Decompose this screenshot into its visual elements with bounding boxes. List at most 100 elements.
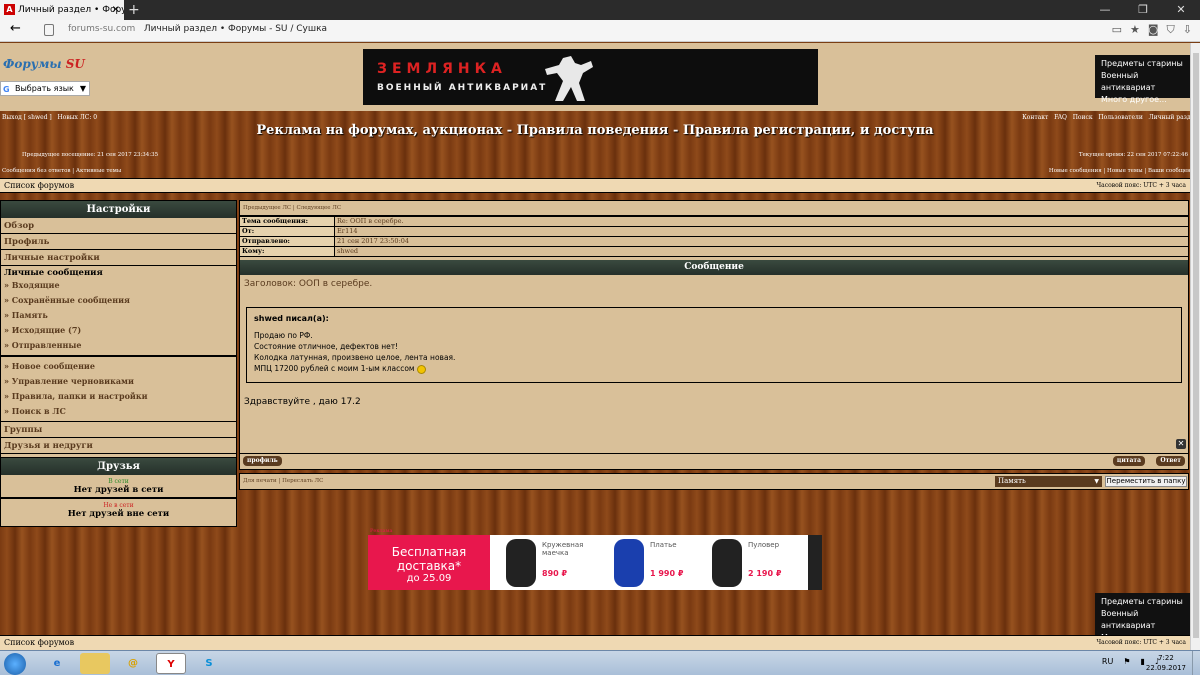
- unanswered-link[interactable]: Сообщения без ответов: [2, 168, 71, 174]
- print-link[interactable]: Для печати: [243, 478, 277, 484]
- dropdown-arrow-icon: ▼: [79, 84, 86, 93]
- info-value: Re: ООП в серебре.: [337, 217, 404, 225]
- members-link[interactable]: Пользователи: [1098, 114, 1142, 121]
- ad-product[interactable]: Кружевная маечка 890 ₽: [498, 535, 596, 590]
- lock-icon[interactable]: [44, 24, 54, 36]
- google-icon: G: [3, 85, 10, 94]
- sidebar-item-friends[interactable]: Друзья и недруги: [1, 438, 236, 454]
- explorer-icon[interactable]: [80, 653, 110, 674]
- show-desktop-button[interactable]: [1192, 651, 1200, 675]
- close-icon[interactable]: ✕: [1176, 439, 1186, 449]
- quote-line: Продаю по РФ.: [254, 331, 313, 340]
- back-arrow-icon[interactable]: ←: [10, 21, 21, 36]
- banner-ad[interactable]: ЗЕМЛЯНКА ВОЕННЫЙ АНТИКВАРИАТ: [363, 49, 818, 105]
- sidebar-item-compose[interactable]: » Новое сообщение: [4, 359, 233, 374]
- browser-tab[interactable]: A Личный раздел • Форумы ×: [0, 0, 124, 20]
- site-title[interactable]: Реклама на форумах, аукционах - Правила …: [0, 123, 1190, 138]
- forum-list-link[interactable]: Список форумов: [4, 181, 74, 190]
- page-scrollbar[interactable]: [1190, 43, 1200, 650]
- new-topics-link[interactable]: Новые темы: [1107, 168, 1143, 174]
- logout-link[interactable]: Выход [ shwed ]: [2, 114, 52, 121]
- offline-none: Нет друзей вне сети: [67, 509, 170, 519]
- new-pm-link[interactable]: Новых ЛС: 0: [57, 114, 97, 121]
- side-ad-top[interactable]: Предметы старины Военный антиквариат Мно…: [1095, 55, 1190, 104]
- forum-list-link[interactable]: Список форумов: [4, 638, 74, 647]
- minimize-icon[interactable]: —: [1086, 0, 1124, 20]
- sidebar-item-memory[interactable]: » Память: [4, 308, 233, 323]
- sidebar-item-saved[interactable]: » Сохранённые сообщения: [4, 293, 233, 308]
- quote-button[interactable]: цитата: [1112, 456, 1145, 466]
- tab-title: Личный раздел • Форумы: [18, 5, 124, 15]
- url-title: Личный раздел • Форумы - SU / Сушка: [143, 24, 328, 34]
- sidebar-item-inbox[interactable]: » Входящие: [4, 278, 233, 293]
- side-ad-bottom[interactable]: Предметы старины Военный антиквариат Мно…: [1095, 593, 1190, 642]
- new-posts-link[interactable]: Новые сообщения: [1049, 168, 1102, 174]
- url-domain: forums-su.com: [68, 24, 136, 34]
- message-header: Сообщение: [240, 260, 1188, 275]
- banner-title: ЗЕМЛЯНКА: [377, 61, 507, 77]
- language-indicator[interactable]: RU: [1102, 657, 1113, 666]
- close-tab-icon[interactable]: ×: [112, 0, 120, 20]
- move-to-folder-button[interactable]: Переместить в папку: [1105, 476, 1187, 487]
- contact-link[interactable]: Контакт: [1022, 114, 1048, 121]
- pm-navigation: Предыдущее ЛС | Следующее ЛС: [240, 201, 1188, 216]
- quote-block: shwed писал(а): Продаю по РФ. Состояние …: [246, 307, 1182, 383]
- sender-link[interactable]: Ег114: [335, 227, 358, 236]
- bookmark-star-icon[interactable]: ★: [1130, 23, 1140, 37]
- quote-line: Колодка латунная, произвено целое, лента…: [254, 353, 456, 362]
- sidebar-item-rules[interactable]: » Правила, папки и настройки: [4, 389, 233, 404]
- recipient-link[interactable]: shwed: [335, 247, 358, 256]
- forward-link[interactable]: Переслать ЛС: [282, 478, 323, 484]
- yandex-browser-icon[interactable]: Y: [156, 653, 186, 674]
- folder-select[interactable]: Память ▼: [995, 476, 1102, 487]
- ad-product[interactable]: Платье 1 990 ₽: [606, 535, 704, 590]
- mail-icon[interactable]: @: [118, 653, 148, 674]
- extension-icon[interactable]: ◙: [1148, 23, 1159, 37]
- promo-block[interactable]: Бесплатная доставка* до 25.09: [368, 535, 490, 590]
- ie-icon[interactable]: e: [42, 653, 72, 674]
- system-clock[interactable]: 7:22 22.09.2017: [1146, 653, 1186, 673]
- profile-button[interactable]: профиль: [243, 456, 282, 466]
- faq-link[interactable]: FAQ: [1054, 114, 1067, 121]
- start-button[interactable]: [4, 653, 26, 675]
- breadcrumb-bottom: Список форумов Часовой пояс: UTC + 3 час…: [0, 635, 1190, 650]
- maximize-icon[interactable]: ❐: [1124, 0, 1162, 20]
- active-topics-link[interactable]: Активные темы: [76, 168, 121, 174]
- ad-scroll[interactable]: [808, 535, 822, 590]
- search-links-right: Новые сообщения | Новые темы | Ваши сооб…: [1048, 168, 1198, 174]
- flag-icon[interactable]: ⚑: [1123, 657, 1130, 666]
- prev-pm-link[interactable]: Предыдущее ЛС: [243, 205, 291, 211]
- sidebar-item-sent[interactable]: » Отправленные: [4, 338, 233, 353]
- pm-section-title: Личные сообщения: [4, 268, 103, 278]
- ad-product[interactable]: Пуловер 2 190 ₽: [704, 535, 802, 590]
- search-links-left: Сообщения без ответов | Активные темы: [2, 168, 122, 174]
- sidebar-item-pm-search[interactable]: » Поиск в ЛС: [4, 404, 233, 419]
- sidebar-item-outbox[interactable]: » Исходящие (7): [4, 323, 233, 338]
- shield-icon[interactable]: ⛉: [1167, 23, 1175, 37]
- product-image: [614, 539, 644, 587]
- download-icon[interactable]: ⇩: [1183, 23, 1192, 37]
- language-select[interactable]: G Выбрать язык ▼: [0, 81, 90, 96]
- search-link[interactable]: Поиск: [1073, 114, 1093, 121]
- toolbar-icons: ▭ ★ ◙ ⛉ ⇩: [1112, 23, 1192, 37]
- scrollbar-thumb[interactable]: [1193, 53, 1199, 638]
- window-controls: — ❐ ✕: [1086, 0, 1200, 20]
- info-key: Тема сообщения:: [240, 217, 335, 226]
- sidebar-item-overview[interactable]: Обзор: [1, 218, 236, 234]
- address-bar[interactable]: forums-su.com Личный раздел • Форумы - S…: [68, 24, 327, 34]
- sidebar-item-prefs[interactable]: Личные настройки: [1, 250, 236, 266]
- sidebar-item-drafts[interactable]: » Управление черновиками: [4, 374, 233, 389]
- site-logo[interactable]: Форумы SU: [3, 57, 85, 71]
- network-icon[interactable]: ▮: [1140, 657, 1144, 666]
- sidebar-item-profile[interactable]: Профиль: [1, 234, 236, 250]
- close-window-icon[interactable]: ✕: [1162, 0, 1200, 20]
- info-row: От: Ег114: [240, 226, 1188, 236]
- product-ad[interactable]: Реклама Бесплатная доставка* до 25.09 Кр…: [368, 528, 822, 590]
- reply-button[interactable]: Ответ: [1156, 456, 1185, 466]
- reader-icon[interactable]: ▭: [1112, 23, 1122, 37]
- new-tab-icon[interactable]: +: [128, 0, 140, 20]
- skype-icon[interactable]: S: [194, 653, 224, 674]
- next-pm-link[interactable]: Следующее ЛС: [297, 205, 342, 211]
- sidebar-item-groups[interactable]: Группы: [1, 422, 236, 438]
- info-row: Отправлено: 21 сен 2017 23:50:04: [240, 236, 1188, 246]
